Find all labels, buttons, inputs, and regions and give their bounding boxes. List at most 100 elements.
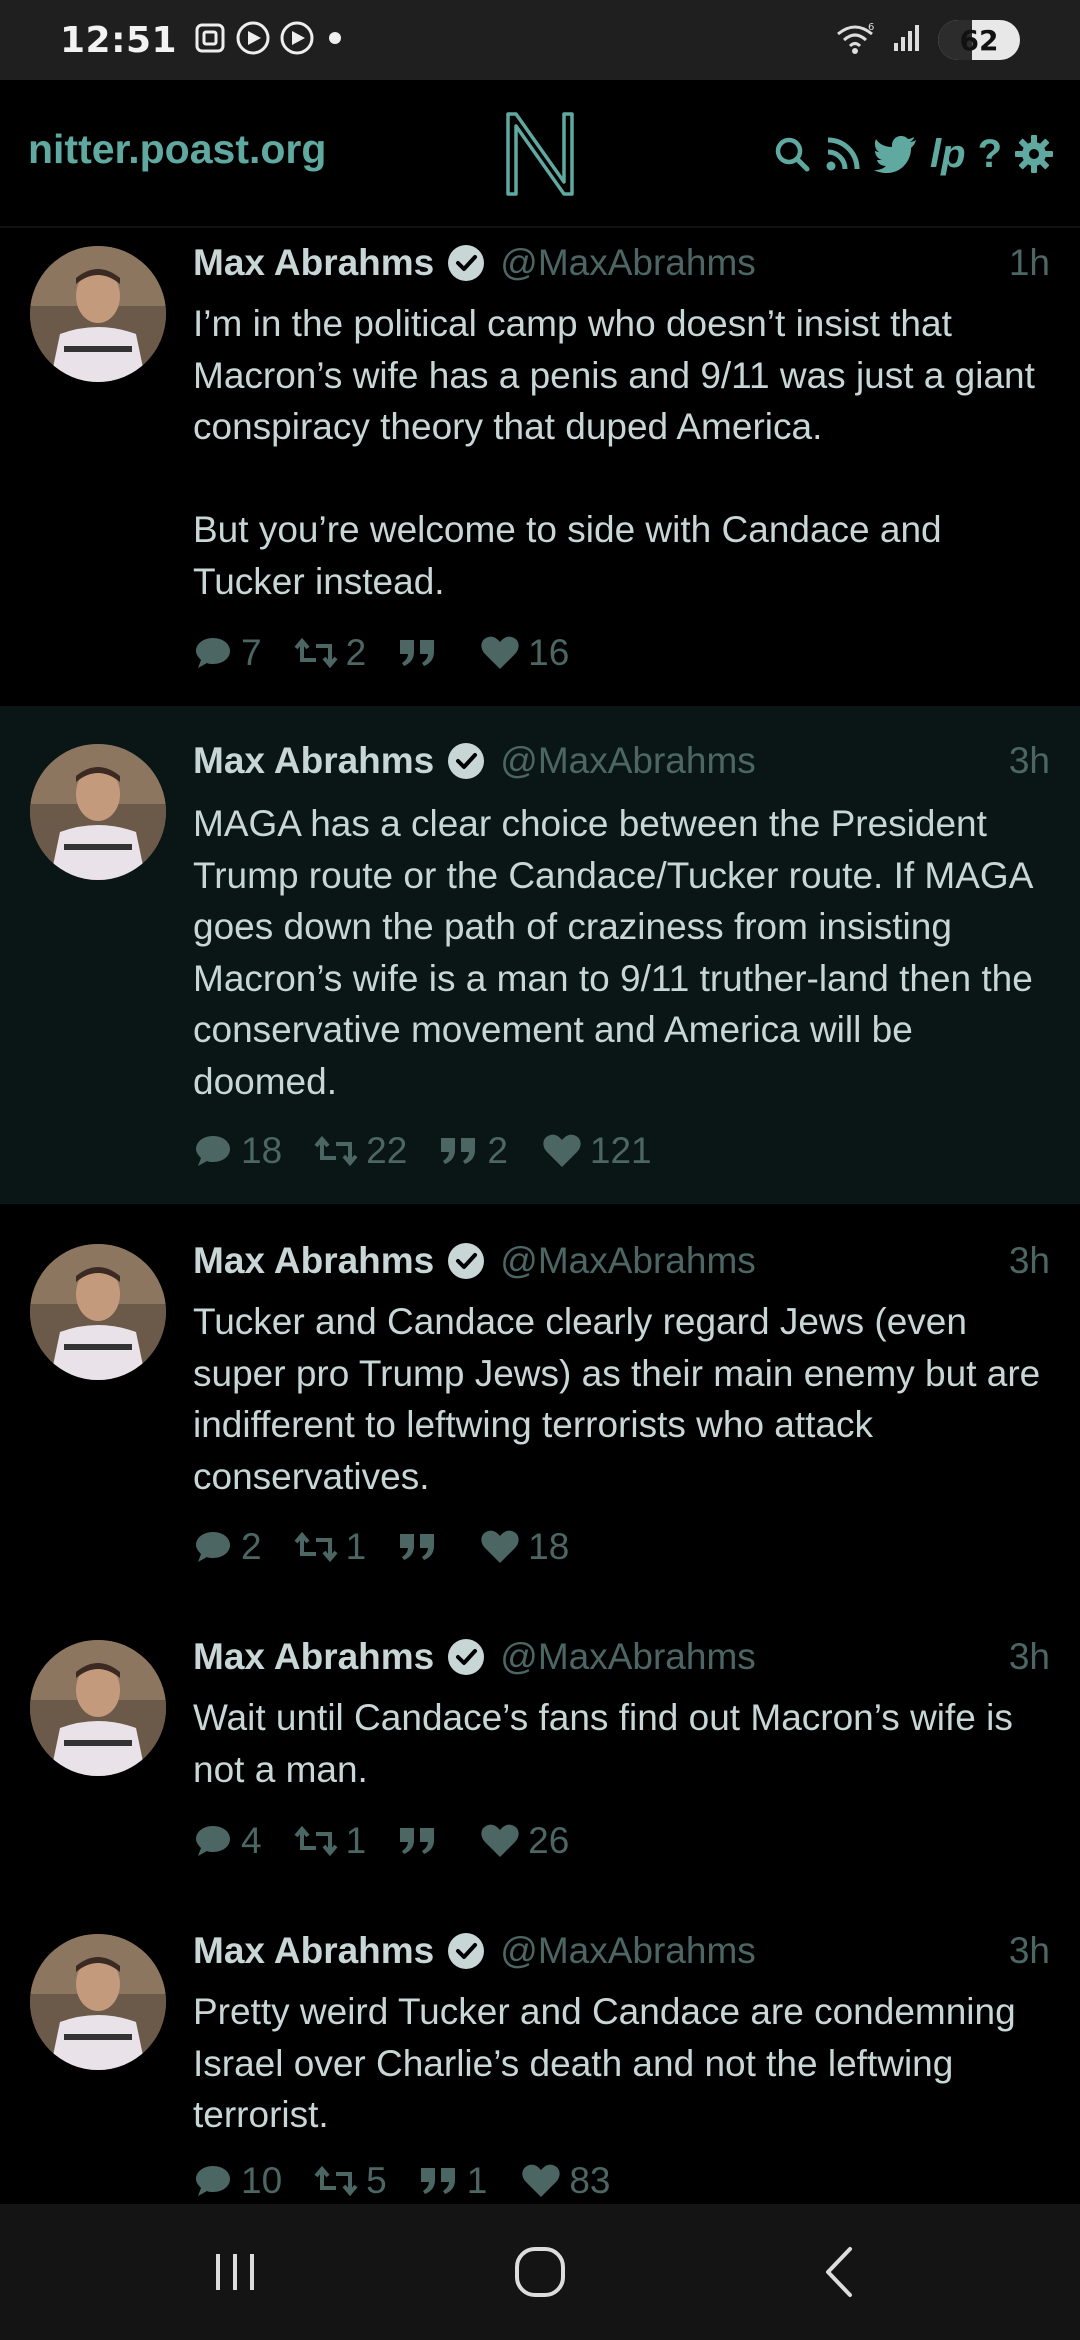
back-icon [826, 2247, 852, 2297]
retweet-stat[interactable]: 1 [294, 1526, 366, 1568]
verified-badge-icon [446, 1241, 486, 1281]
status-time: 12:51 [60, 19, 178, 61]
like-count: 18 [528, 1526, 570, 1567]
tweet-stats: 4 1 26 [193, 1820, 601, 1862]
tweet-handle[interactable]: @MaxAbrahms [500, 1636, 756, 1678]
quote-stat[interactable] [398, 1532, 446, 1562]
avatar[interactable] [30, 744, 166, 880]
tweet-author[interactable]: Max Abrahms [193, 1636, 434, 1678]
quote-stat[interactable] [398, 1826, 446, 1856]
like-stat[interactable]: 18 [480, 1526, 569, 1568]
like-count: 26 [528, 1820, 570, 1861]
verified-badge-icon [446, 1637, 486, 1677]
home-icon [515, 2247, 565, 2297]
quote-icon [400, 640, 435, 666]
tweet-time[interactable]: 1h [1009, 242, 1050, 284]
reply-stat[interactable]: 4 [193, 1820, 262, 1862]
status-bar: 12:51 6 62 [0, 0, 1080, 80]
tweet[interactable]: Max Abrahms @MaxAbrahms 3h Wait until Ca… [0, 1602, 1080, 1896]
like-stat[interactable]: 16 [480, 632, 569, 674]
tweet-author[interactable]: Max Abrahms [193, 242, 434, 284]
quote-stat[interactable]: 1 [419, 2160, 488, 2202]
retweet-count: 5 [366, 2160, 387, 2201]
tweet[interactable]: Max Abrahms @MaxAbrahms 3h Tucker and Ca… [0, 1204, 1080, 1602]
quote-count: 1 [466, 2160, 488, 2201]
like-stat[interactable]: 26 [480, 1820, 569, 1862]
comment-icon [196, 2166, 230, 2196]
reply-count: 7 [241, 632, 262, 673]
retweet-icon [294, 1825, 338, 1857]
tweet[interactable]: Max Abrahms @MaxAbrahms 3h MAGA has a cl… [0, 706, 1080, 1204]
battery-indicator: 62 [938, 20, 1020, 60]
reply-stat[interactable]: 7 [193, 632, 262, 674]
nitter-logo[interactable] [500, 106, 580, 202]
twitter-icon[interactable] [874, 135, 918, 173]
tweet[interactable]: Max Abrahms @MaxAbrahms 3h Pretty weird … [0, 1896, 1080, 2201]
back-button[interactable] [800, 2204, 880, 2340]
like-count: 16 [528, 632, 570, 673]
heart-icon [522, 2164, 560, 2197]
screenshot-icon [193, 21, 227, 60]
tweet-time[interactable]: 3h [1009, 740, 1050, 782]
liberapay-icon[interactable]: lp [930, 132, 966, 177]
like-stat[interactable]: 83 [521, 2160, 610, 2202]
tweet-author[interactable]: Max Abrahms [193, 1930, 434, 1972]
quote-count: 2 [487, 1130, 508, 1171]
heart-icon [481, 1530, 519, 1563]
quote-icon [400, 1828, 435, 1854]
tweet-author[interactable]: Max Abrahms [193, 1240, 434, 1282]
quote-icon [420, 2168, 455, 2194]
tweet-handle[interactable]: @MaxAbrahms [500, 1930, 756, 1972]
reply-count: 10 [241, 2160, 283, 2201]
recent-apps-button[interactable] [190, 2204, 280, 2340]
settings-icon[interactable] [1014, 134, 1054, 174]
system-navigation-bar [0, 2204, 1080, 2340]
like-count: 83 [569, 2160, 611, 2201]
home-button[interactable] [490, 2204, 590, 2340]
avatar[interactable] [30, 1244, 166, 1380]
tweet-handle[interactable]: @MaxAbrahms [500, 740, 756, 782]
tweet-author[interactable]: Max Abrahms [193, 740, 434, 782]
avatar[interactable] [30, 1640, 166, 1776]
comment-icon [196, 638, 230, 668]
reply-stat[interactable]: 18 [193, 1130, 282, 1172]
tweet-handle[interactable]: @MaxAbrahms [500, 1240, 756, 1282]
tweet-time[interactable]: 3h [1009, 1636, 1050, 1678]
tweet-time[interactable]: 3h [1009, 1930, 1050, 1972]
tweet-handle[interactable]: @MaxAbrahms [500, 242, 756, 284]
site-name-link[interactable]: nitter.poast.org [28, 126, 326, 173]
retweet-stat[interactable]: 22 [314, 1130, 407, 1172]
help-icon[interactable]: ? [978, 132, 1002, 177]
retweet-icon [314, 1135, 358, 1167]
tweet-time[interactable]: 3h [1009, 1240, 1050, 1282]
search-icon[interactable] [772, 134, 812, 174]
tweet[interactable]: Max Abrahms @MaxAbrahms 1h I’m in the po… [0, 228, 1080, 706]
verified-badge-icon [446, 741, 486, 781]
like-stat[interactable]: 121 [542, 1130, 652, 1172]
avatar[interactable] [30, 1934, 166, 2070]
retweet-stat[interactable]: 5 [314, 2160, 387, 2202]
rss-icon[interactable] [824, 135, 862, 173]
navbar: nitter.poast.org lp ? [0, 80, 1080, 228]
heart-icon [481, 636, 519, 669]
recent-apps-icon [216, 2254, 254, 2290]
reply-stat[interactable]: 2 [193, 1526, 262, 1568]
svg-text:6: 6 [868, 22, 874, 33]
retweet-count: 1 [345, 1820, 367, 1861]
avatar[interactable] [30, 246, 166, 382]
tweet-stats: 2 1 18 [193, 1526, 601, 1568]
tweet-text: Pretty weird Tucker and Candace are cond… [193, 1991, 1016, 2135]
play-circle-icon [279, 20, 315, 61]
wifi-icon: 6 [834, 20, 876, 61]
reply-stat[interactable]: 10 [193, 2160, 282, 2202]
tweet-stats: 18 22 2 121 [193, 1130, 684, 1172]
play-circle-icon [235, 20, 271, 61]
quote-stat[interactable] [398, 638, 446, 668]
verified-badge-icon [446, 1931, 486, 1971]
retweet-stat[interactable]: 1 [294, 1820, 367, 1862]
quote-stat[interactable]: 2 [439, 1130, 508, 1172]
notification-dot-icon [323, 26, 347, 55]
comment-icon [196, 1136, 230, 1166]
retweet-stat[interactable]: 2 [294, 632, 366, 674]
tweet-stats: 10 5 1 83 [193, 2160, 642, 2202]
